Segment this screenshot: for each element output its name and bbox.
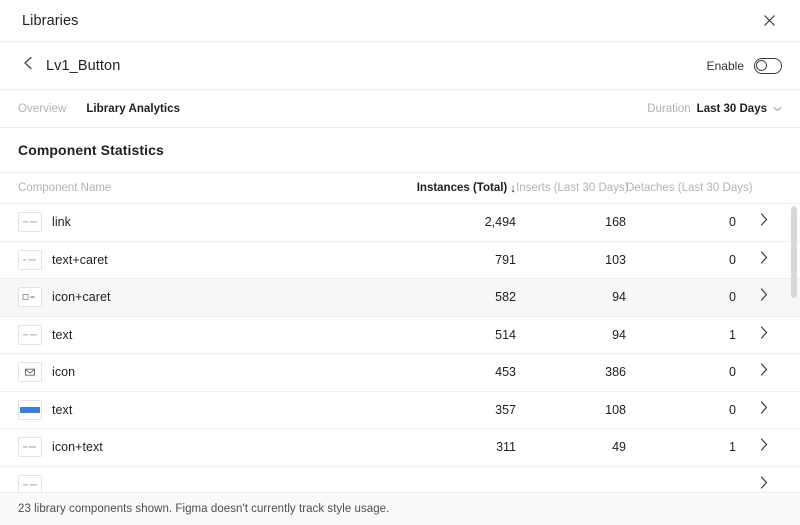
row-instances: 453 xyxy=(495,365,516,380)
tab-library-analytics[interactable]: Library Analytics xyxy=(86,103,180,115)
row-instances: 2,494 xyxy=(484,215,516,230)
row-open-button[interactable] xyxy=(736,363,770,381)
section-header: Component Statistics xyxy=(0,128,800,172)
tabs-bar: Overview Library Analytics Duration Last… xyxy=(0,90,800,128)
row-instances: 582 xyxy=(495,290,516,305)
column-header-inserts[interactable]: Inserts (Last 30 Days) xyxy=(516,182,628,194)
close-icon xyxy=(763,14,776,27)
row-inserts: 94 xyxy=(612,290,626,305)
close-button[interactable] xyxy=(756,8,782,34)
column-header-instances[interactable]: Instances (Total) ↓ xyxy=(406,182,516,195)
row-detaches: 1 xyxy=(729,327,736,342)
row-open-button[interactable] xyxy=(736,476,770,492)
row-detaches: 0 xyxy=(729,215,736,230)
table-scrollbar[interactable] xyxy=(791,204,797,492)
mail-icon-thumb xyxy=(18,362,42,383)
table-row[interactable]: link 2,494 168 0 xyxy=(0,204,800,242)
breadcrumb: Lv1_Button Enable xyxy=(0,42,800,90)
row-component-name: text+caret xyxy=(52,252,108,267)
row-detaches: 0 xyxy=(729,365,736,380)
row-open-button[interactable] xyxy=(736,438,770,456)
row-inserts: 108 xyxy=(605,402,626,417)
text-line-thumb xyxy=(18,212,42,233)
text-line-thumb xyxy=(18,324,42,345)
row-component-name: text xyxy=(52,402,73,417)
chevron-right-icon xyxy=(760,288,768,306)
page-title: Libraries xyxy=(22,12,79,29)
row-instances: 357 xyxy=(495,402,516,417)
row-inserts: 168 xyxy=(605,215,626,230)
row-component-name: link xyxy=(52,215,71,230)
back-button[interactable] xyxy=(16,54,40,78)
chevron-right-icon xyxy=(760,363,768,381)
row-component-name: text xyxy=(52,327,73,342)
row-instances: 791 xyxy=(495,252,516,267)
row-component-name: icon+text xyxy=(52,440,103,455)
table-row[interactable]: icon 453 386 0 xyxy=(0,354,800,392)
table-header: Component Name Instances (Total) ↓ Insert… xyxy=(0,172,800,204)
blue-bar-thumb xyxy=(18,399,42,420)
row-open-button[interactable] xyxy=(736,213,770,231)
column-header-component-name[interactable]: Component Name xyxy=(18,182,406,194)
duration-selector[interactable]: Duration Last 30 Days xyxy=(647,103,782,115)
footer-status-text: 23 library components shown. Figma doesn… xyxy=(18,503,390,515)
column-header-detaches[interactable]: Detaches (Last 30 Days) xyxy=(626,182,753,194)
table-row[interactable]: icon+text 311 49 1 xyxy=(0,429,800,467)
modal-titlebar: Libraries xyxy=(0,0,800,42)
row-open-button[interactable] xyxy=(736,251,770,269)
row-detaches: 0 xyxy=(729,402,736,417)
chevron-down-icon[interactable] xyxy=(773,106,782,112)
table-row[interactable]: icon+caret 582 94 0 xyxy=(0,279,800,317)
tabs-group: Overview Library Analytics xyxy=(18,103,647,115)
scrollbar-thumb[interactable] xyxy=(791,206,797,298)
libraries-modal: Libraries Lv1_Button Enable Overview Lib… xyxy=(0,0,800,525)
text-line-thumb xyxy=(18,474,42,492)
row-open-button[interactable] xyxy=(736,288,770,306)
chevron-right-icon xyxy=(760,438,768,456)
tab-overview[interactable]: Overview xyxy=(18,103,66,115)
duration-value[interactable]: Last 30 Days xyxy=(697,103,767,115)
row-instances: 514 xyxy=(495,327,516,342)
section-title: Component Statistics xyxy=(18,142,164,158)
table-row[interactable] xyxy=(0,466,800,492)
chevron-left-icon xyxy=(22,56,35,75)
row-component-name: icon+caret xyxy=(52,290,111,305)
table-row[interactable]: text+caret 791 103 0 xyxy=(0,241,800,279)
text-caret-thumb xyxy=(18,249,42,270)
icon-caret-thumb xyxy=(18,287,42,308)
table-row[interactable]: text 514 94 1 xyxy=(0,316,800,354)
chevron-right-icon xyxy=(760,326,768,344)
column-header-instances-label: Instances (Total) xyxy=(416,181,508,194)
row-component-name: icon xyxy=(52,365,76,380)
chevron-right-icon xyxy=(760,251,768,269)
chevron-right-icon xyxy=(760,213,768,231)
row-inserts: 103 xyxy=(605,252,626,267)
chevron-right-icon xyxy=(760,401,768,419)
table-body: link 2,494 168 0 text+caret 791 103 0 icon+caret… xyxy=(0,204,800,492)
enable-label: Enable xyxy=(706,58,744,73)
row-detaches: 0 xyxy=(729,252,736,267)
library-name: Lv1_Button xyxy=(46,57,121,74)
enable-toggle[interactable] xyxy=(754,57,782,74)
table-row[interactable]: text 357 108 0 xyxy=(0,391,800,429)
row-inserts: 94 xyxy=(612,327,626,342)
row-inserts: 386 xyxy=(605,365,626,380)
row-detaches: 1 xyxy=(729,440,736,455)
row-inserts: 49 xyxy=(612,440,626,455)
row-open-button[interactable] xyxy=(736,326,770,344)
duration-label: Duration xyxy=(647,102,691,115)
chevron-right-icon xyxy=(760,476,768,492)
row-instances: 311 xyxy=(496,440,516,455)
row-detaches: 0 xyxy=(729,290,736,305)
icon-text-thumb xyxy=(18,437,42,458)
toggle-knob xyxy=(756,59,768,71)
row-open-button[interactable] xyxy=(736,401,770,419)
modal-footer: 23 library components shown. Figma doesn… xyxy=(0,492,800,525)
